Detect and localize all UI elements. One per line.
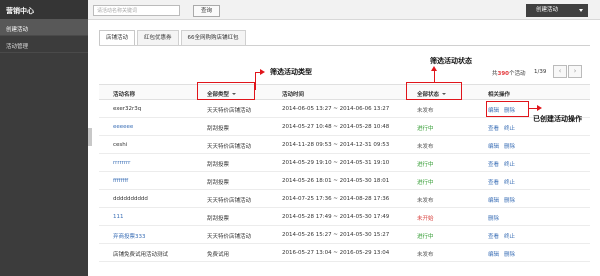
terminate-link[interactable]: 终止 xyxy=(504,124,515,132)
activity-type: 刮刮投票 xyxy=(207,216,230,222)
sidebar-item-create-activity[interactable]: 创建活动 xyxy=(0,19,88,36)
chevron-left-icon: ‹ xyxy=(558,67,562,75)
table-row: eeeeee 刮刮投票 2014-05-27 10:48 ~ 2014-05-28 … xyxy=(99,119,590,136)
annotation-box-status-filter xyxy=(406,82,462,100)
tab-network-store-red-packet[interactable]: 66全网购购店铺红包 xyxy=(180,30,246,45)
table-row: 店铺免费试用活动测试 免费试用 2016-05-27 13:04 ~ 2016-05… xyxy=(99,245,590,262)
activity-time: 2014-11-28 09:53 ~ 2014-12-31 09:53 xyxy=(282,142,390,148)
activity-status: 未发布 xyxy=(417,144,434,150)
activity-status: 未开始 xyxy=(417,216,434,222)
view-link[interactable]: 查看 xyxy=(488,160,499,168)
column-header-name: 活动名称 xyxy=(113,92,136,98)
annotation-arrow-ops xyxy=(529,108,537,109)
activity-type: 免费试用 xyxy=(207,252,230,258)
tab-bar: 店铺活动 红包优惠券 66全网购购店铺红包 xyxy=(99,30,248,46)
table-row: 弃商投票333 天天特价店铺活动 2014-05-26 15:27 ~ 2014-0… xyxy=(99,227,590,244)
activity-status: 未发布 xyxy=(417,198,434,204)
arrow-right-icon xyxy=(537,105,542,111)
sidebar: 营销中心 创建活动 活动管理 xyxy=(0,0,88,276)
create-activity-button[interactable]: 创建活动 xyxy=(526,4,588,17)
activity-count: 共390个活动 xyxy=(492,69,526,77)
table-header: 活动名称 全部类型 活动时间 全部状态 相关操作 xyxy=(99,84,590,100)
query-button[interactable]: 查询 xyxy=(193,5,220,17)
arrow-right-icon xyxy=(260,69,265,75)
activity-status: 进行中 xyxy=(417,162,434,168)
view-link[interactable]: 查看 xyxy=(488,178,499,186)
edit-link[interactable]: 编辑 xyxy=(488,142,499,150)
activity-name: 店铺免费试用活动测试 xyxy=(113,252,169,258)
page-indicator: 1/39 xyxy=(534,69,547,75)
annotation-arrow-status xyxy=(434,70,435,82)
arrow-up-icon xyxy=(431,66,437,71)
edit-link[interactable]: 编辑 xyxy=(488,196,499,204)
activity-status: 进行中 xyxy=(417,234,434,240)
activity-time: 2014-05-26 18:01 ~ 2014-05-30 18:01 xyxy=(282,178,390,184)
activity-status: 未发布 xyxy=(417,108,434,114)
activity-name[interactable]: 111 xyxy=(113,214,124,220)
activity-status: 未发布 xyxy=(417,252,434,258)
search-input[interactable] xyxy=(93,5,180,16)
activity-time: 2014-07-25 17:36 ~ 2014-08-28 17:36 xyxy=(282,196,390,202)
tab-red-packet-coupon[interactable]: 红包优惠券 xyxy=(137,30,179,45)
activity-name[interactable]: eeeeee xyxy=(113,124,133,130)
activity-type: 刮刮投票 xyxy=(207,180,230,186)
sidebar-title: 营销中心 xyxy=(0,0,88,19)
activity-type: 天天特价店铺活动 xyxy=(207,198,252,204)
activity-type: 天天特价店铺活动 xyxy=(207,144,252,150)
table-row: rrrrrrrr 刮刮投票 2014-05-29 19:10 ~ 2014-05-3… xyxy=(99,155,590,172)
activity-status: 进行中 xyxy=(417,180,434,186)
activity-time: 2016-05-27 13:04 ~ 2016-05-29 13:04 xyxy=(282,250,390,256)
annotation-filter-status: 筛选活动状态 xyxy=(430,57,472,65)
tab-divider xyxy=(99,45,590,46)
activity-time: 2014-05-29 19:10 ~ 2014-05-31 19:10 xyxy=(282,160,390,166)
delete-link[interactable]: 删除 xyxy=(504,250,515,258)
annotation-box-ops xyxy=(486,101,529,117)
chevron-right-icon: › xyxy=(573,67,577,75)
activity-type: 天天特价店铺活动 xyxy=(207,234,252,240)
delete-link[interactable]: 删除 xyxy=(504,196,515,204)
table-row: ceshi 天天特价店铺活动 2014-11-28 09:53 ~ 2014-12-… xyxy=(99,137,590,154)
activity-time: 2014-05-27 10:48 ~ 2014-05-28 10:48 xyxy=(282,124,390,130)
delete-link[interactable]: 删除 xyxy=(504,142,515,150)
count-suffix: 个活动 xyxy=(509,71,526,77)
annotation-box-type-filter xyxy=(197,82,255,100)
view-link[interactable]: 查看 xyxy=(488,232,499,240)
next-page-button[interactable]: › xyxy=(568,65,582,78)
terminate-link[interactable]: 终止 xyxy=(504,160,515,168)
terminate-link[interactable]: 终止 xyxy=(504,232,515,240)
sidebar-collapse-handle[interactable] xyxy=(88,128,92,146)
view-link[interactable]: 查看 xyxy=(488,124,499,132)
top-toolbar: 查询 创建活动 xyxy=(88,0,600,20)
column-header-time: 活动时间 xyxy=(282,92,305,98)
activity-type: 天天特价店铺活动 xyxy=(207,108,252,114)
table-row: dddddddddd 天天特价店铺活动 2014-07-25 17:36 ~ 201… xyxy=(99,191,590,208)
table-row: 111 刮刮投票 2014-05-28 17:49 ~ 2014-05-30 17:… xyxy=(99,209,590,226)
activity-time: 2014-05-26 15:27 ~ 2014-05-30 15:27 xyxy=(282,232,390,238)
delete-link[interactable]: 删除 xyxy=(488,214,499,222)
activity-name[interactable]: 弃商投票333 xyxy=(113,232,146,240)
edit-link[interactable]: 编辑 xyxy=(488,250,499,258)
sidebar-item-activity-management[interactable]: 活动管理 xyxy=(0,36,88,53)
annotation-created-ops: 已创建活动操作 xyxy=(533,115,582,123)
tab-store-activity[interactable]: 店铺活动 xyxy=(99,30,136,46)
annotation-arrow-type xyxy=(255,72,256,90)
activity-type: 刮刮投票 xyxy=(207,162,230,168)
count-total: 390 xyxy=(497,71,509,77)
chevron-down-icon xyxy=(579,9,583,12)
activity-name[interactable]: rrrrrrrr xyxy=(113,160,130,166)
activity-name[interactable]: ffffffff xyxy=(113,178,128,184)
activity-name: exer32r3q xyxy=(113,106,142,112)
table-row: ffffffff 刮刮投票 2014-05-26 18:01 ~ 2014-05-3… xyxy=(99,173,590,190)
terminate-link[interactable]: 终止 xyxy=(504,178,515,186)
annotation-filter-type: 筛选活动类型 xyxy=(270,68,312,76)
activity-type: 刮刮投票 xyxy=(207,126,230,132)
activity-time: 2014-06-05 13:27 ~ 2014-06-06 13:27 xyxy=(282,106,390,112)
activity-name: ceshi xyxy=(113,142,128,148)
column-header-ops: 相关操作 xyxy=(488,92,511,98)
activity-name: dddddddddd xyxy=(113,196,148,202)
activity-time: 2014-05-28 17:49 ~ 2014-05-30 17:49 xyxy=(282,214,390,220)
activity-status: 进行中 xyxy=(417,126,434,132)
create-activity-label: 创建活动 xyxy=(536,7,559,13)
prev-page-button[interactable]: ‹ xyxy=(553,65,567,78)
